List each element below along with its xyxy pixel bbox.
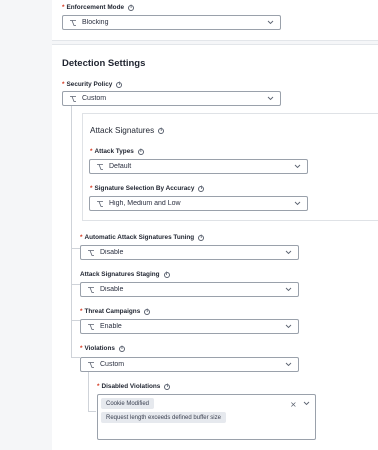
fork-icon [70,19,76,26]
violation-tag[interactable]: Request length exceeds defined buffer si… [101,412,226,423]
fork-icon [70,95,76,102]
detection-settings-title: Detection Settings [62,58,146,69]
fork-icon [88,323,94,330]
enforcement-mode-select[interactable]: Blocking [62,15,281,30]
info-icon[interactable]: i [198,185,205,192]
signature-accuracy-label: * Signature Selection By Accuracy i [90,185,205,192]
chevron-down-icon [294,164,301,169]
info-icon[interactable]: i [116,81,123,88]
security-policy-label: * Security Policy i [62,81,123,88]
security-policy-select[interactable]: Custom [62,91,281,106]
info-icon[interactable]: i [163,271,170,278]
chevron-down-icon [294,201,301,206]
chevron-down-icon [285,324,292,329]
tree-connector [88,372,89,412]
info-icon[interactable]: i [198,234,205,241]
signature-accuracy-select[interactable]: High, Medium and Low [89,196,308,211]
disabled-violations-multiselect[interactable]: Cookie Modified Request length exceeds d… [97,394,316,440]
chevron-down-icon [267,96,274,101]
chevron-down-icon [267,20,274,25]
chevron-down-icon[interactable] [303,401,310,406]
info-icon[interactable]: i [144,308,151,315]
fork-icon [88,361,94,368]
tree-connector [88,411,96,412]
violations-select[interactable]: Custom [80,357,299,372]
tree-connector [71,320,80,321]
fork-icon [97,200,103,207]
auto-tuning-select[interactable]: Disable [80,245,299,260]
chevron-down-icon [285,287,292,292]
enforcement-card: * Enforcement Mode i Blocking [52,0,378,41]
violations-label: * Violations i [80,345,125,352]
threat-campaigns-select[interactable]: Enable [80,319,299,334]
staging-label: Attack Signatures Staging i [80,271,170,278]
chevron-down-icon [285,250,292,255]
enforcement-mode-label: * Enforcement Mode i [62,4,135,11]
info-icon[interactable]: i [158,127,165,134]
chevron-down-icon [285,362,292,367]
attack-types-label: * Attack Types i [90,148,144,155]
attack-signatures-title: Attack Signatures i [90,126,165,135]
clear-icon[interactable]: × [290,400,297,409]
staging-select[interactable]: Disable [80,282,299,297]
threat-campaigns-label: * Threat Campaigns i [80,308,151,315]
tree-connector [71,248,80,249]
tree-connector [71,284,80,285]
disabled-violations-label: * Disabled Violations i [97,383,171,390]
fork-icon [88,286,94,293]
info-icon[interactable]: i [128,4,135,11]
info-icon[interactable]: i [164,383,171,390]
auto-tuning-label: * Automatic Attack Signatures Tuning i [80,234,205,241]
violation-tag[interactable]: Cookie Modified [101,398,155,409]
fork-icon [88,249,94,256]
fork-icon [97,163,103,170]
left-gutter [0,0,52,450]
tree-connector [71,357,80,358]
attack-types-select[interactable]: Default [89,159,308,174]
info-icon[interactable]: i [137,148,144,155]
info-icon[interactable]: i [118,345,125,352]
